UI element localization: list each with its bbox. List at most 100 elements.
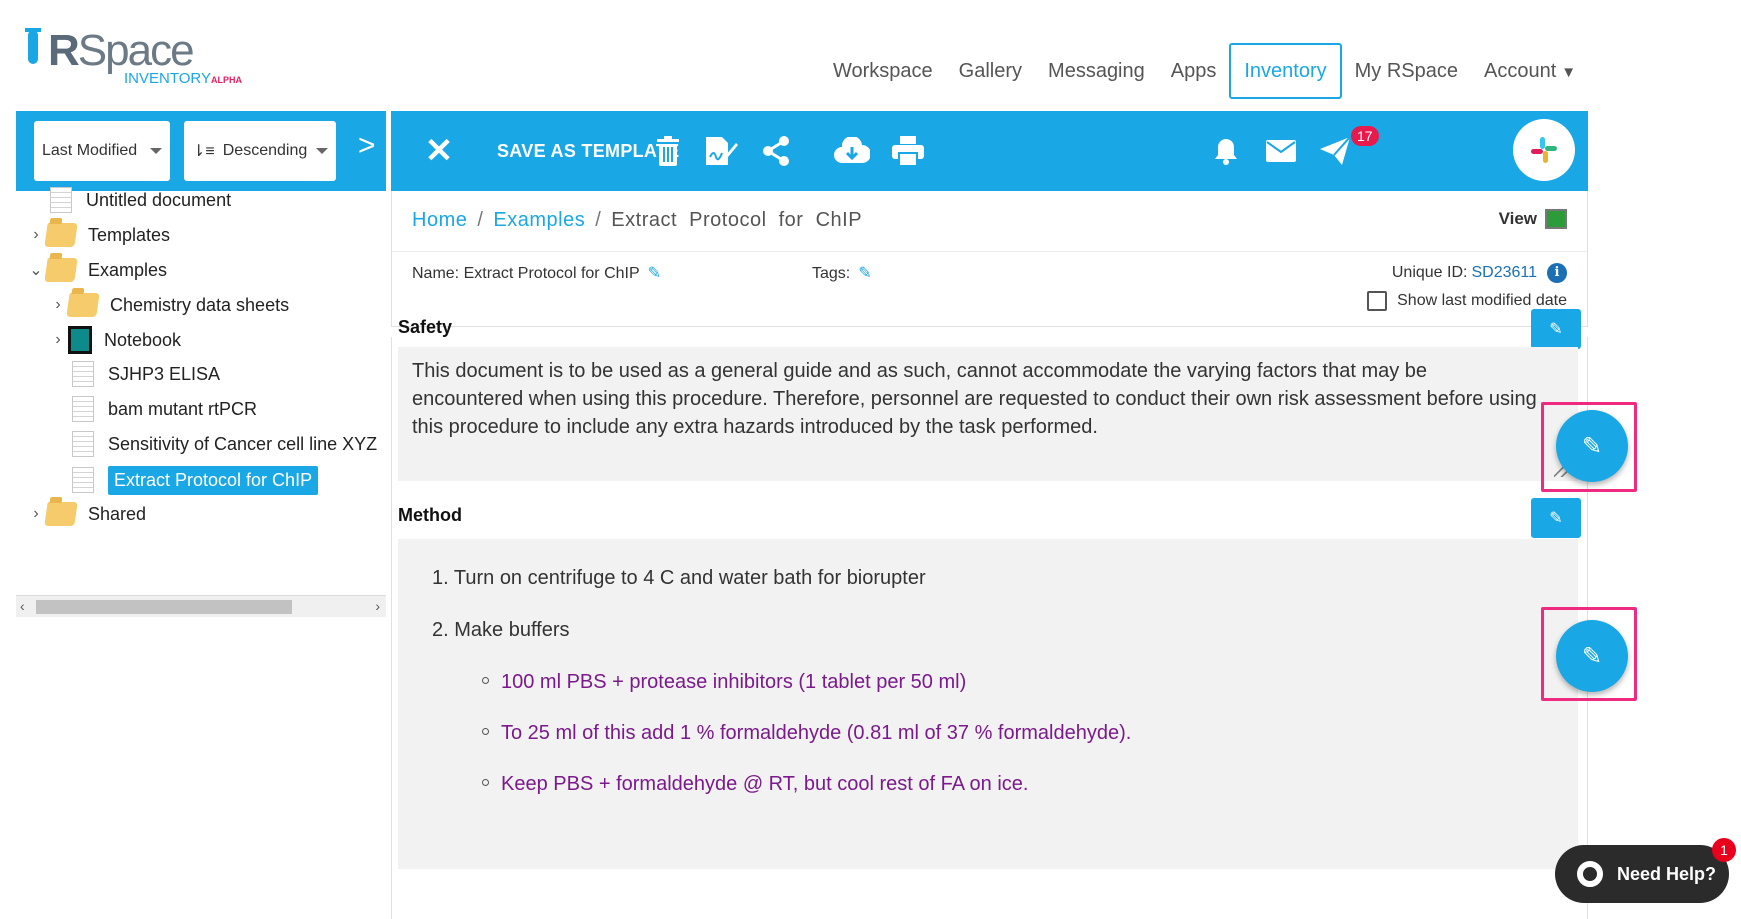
rspace-logo[interactable]: RSpace INVENTORYALPHA (18, 24, 242, 87)
show-last-modified-checkbox[interactable]: Show last modified date (1367, 291, 1567, 311)
document-content: Safety ✎ This document is to be used as … (391, 309, 1588, 919)
mail-icon[interactable] (1265, 111, 1297, 191)
safety-floating-edit-button[interactable]: ✎ (1556, 410, 1628, 482)
chevron-right-icon[interactable]: › (26, 226, 46, 244)
download-icon[interactable] (833, 111, 871, 191)
sort-descending-icon: ⇂≡ (192, 143, 215, 160)
notification-count-badge: 17 (1351, 126, 1379, 146)
breadcrumb-home[interactable]: Home (412, 209, 467, 231)
nav-gallery[interactable]: Gallery (946, 43, 1035, 99)
unique-id-label: Unique ID: (1391, 264, 1468, 281)
breadcrumb-examples[interactable]: Examples (493, 209, 585, 231)
nav-my-rspace[interactable]: My RSpace (1342, 43, 1471, 99)
pencil-icon: ✎ (1581, 642, 1603, 670)
nav-messaging[interactable]: Messaging (1035, 43, 1158, 99)
tree-item-label: Chemistry data sheets (110, 294, 290, 315)
chevron-right-icon[interactable]: › (48, 331, 68, 349)
document-icon (72, 431, 94, 457)
method-edit-button[interactable]: ✎ (1531, 498, 1581, 538)
pencil-icon: ✎ (1549, 510, 1563, 527)
tree-item-label: Untitled document (86, 189, 232, 210)
tree-item-label: Templates (88, 224, 171, 245)
safety-title: Safety (398, 317, 453, 337)
need-help-button[interactable]: Need Help? (1555, 845, 1729, 903)
divider (392, 251, 1587, 252)
pencil-icon: ✎ (1581, 432, 1603, 460)
method-substep: 100 ml PBS + protease inhibitors (1 tabl… (482, 671, 966, 694)
checkbox-icon[interactable] (1367, 291, 1388, 311)
info-icon[interactable]: i (1547, 263, 1567, 283)
send-icon[interactable] (1319, 111, 1351, 191)
logo-subtitle: INVENTORYALPHA (124, 70, 242, 87)
tree-item-templates[interactable]: › Templates (26, 218, 170, 252)
scrollbar-thumb[interactable] (36, 600, 292, 614)
help-badge: 1 (1712, 838, 1736, 862)
tree-item-notebook[interactable]: › Notebook (48, 323, 181, 357)
tree-item-shared[interactable]: › Shared (26, 497, 146, 531)
trash-icon[interactable] (653, 111, 683, 191)
pencil-icon: ✎ (1549, 321, 1563, 338)
tree-item-chemistry-data-sheets[interactable]: › Chemistry data sheets (48, 288, 289, 322)
document-name-text: Name: Extract Protocol for ChIP (412, 265, 640, 282)
safety-text: This document is to be used as a general… (412, 360, 1537, 438)
method-field[interactable]: 1. Turn on centrifuge to 4 C and water b… (398, 539, 1578, 869)
scroll-right-icon[interactable]: › (375, 598, 380, 614)
nav-inventory[interactable]: Inventory (1229, 43, 1342, 99)
expand-panel-icon[interactable]: > (358, 129, 376, 163)
tree-item-label: SJHP3 ELISA (108, 363, 221, 384)
view-mode-toggle[interactable]: View (1499, 209, 1567, 229)
share-icon[interactable] (761, 111, 791, 191)
caret-down-icon: ▼ (1561, 64, 1577, 81)
scroll-left-icon[interactable]: ‹ (20, 598, 25, 614)
method-substep-text: Keep PBS + formaldehyde @ RT, but cool r… (501, 773, 1029, 795)
show-last-modified-label: Show last modified date (1397, 292, 1567, 309)
sign-document-icon[interactable] (703, 111, 739, 191)
tree-item-extract-protocol[interactable]: Extract Protocol for ChIP (72, 463, 319, 497)
folder-icon (44, 223, 78, 247)
chevron-right-icon[interactable]: › (26, 505, 46, 523)
chevron-down-icon[interactable]: ⌄ (26, 260, 46, 280)
tree-item-label: Sensitivity of Cancer cell line XYZ (108, 433, 378, 454)
unique-id-value[interactable]: SD23611 (1471, 264, 1537, 282)
tree-item-untitled-document[interactable]: Untitled document (30, 183, 231, 217)
tree-item-sjhp3-elisa[interactable]: SJHP3 ELISA (72, 357, 220, 391)
document-header: Home / Examples / Extract Protocol for ChIP … (391, 191, 1588, 327)
breadcrumb: Home / Examples / Extract Protocol for ChIP (412, 209, 863, 231)
slack-icon[interactable] (1513, 119, 1575, 181)
method-floating-edit-button[interactable]: ✎ (1556, 620, 1628, 692)
nav-workspace[interactable]: Workspace (820, 43, 946, 99)
method-step: 1. Turn on centrifuge to 4 C and water b… (432, 567, 926, 589)
dropdown-arrow-icon (150, 148, 162, 154)
safety-field[interactable]: This document is to be used as a general… (398, 347, 1578, 481)
nav-apps[interactable]: Apps (1158, 43, 1230, 99)
tree-item-examples[interactable]: ⌄ Examples (26, 253, 167, 287)
document-name: Name: Extract Protocol for ChIP ✎ (412, 263, 661, 283)
method-title: Method (398, 505, 462, 525)
tree-item-bam-mutant-rtpcr[interactable]: bam mutant rtPCR (72, 392, 257, 426)
tree-horizontal-scrollbar[interactable]: ‹ › (16, 595, 386, 617)
tree-item-sensitivity-cancer[interactable]: Sensitivity of Cancer cell line XYZ (72, 427, 386, 461)
tree-sort-bar: Last Modified ⇂≡ Descending > (16, 111, 386, 191)
nav-account[interactable]: Account ▼ (1471, 43, 1589, 99)
edit-tags-pencil-icon[interactable]: ✎ (858, 265, 871, 282)
logo-wordmark: RSpace (48, 26, 195, 75)
view-status-icon (1545, 209, 1567, 229)
document-icon (50, 187, 72, 213)
sort-direction-value: Descending (222, 142, 308, 159)
bullet-icon (482, 677, 489, 685)
sort-direction-select[interactable]: ⇂≡ Descending (184, 121, 336, 181)
sort-by-select[interactable]: Last Modified (34, 121, 170, 181)
breadcrumb-current: Extract Protocol for ChIP (611, 209, 863, 231)
sort-by-value: Last Modified (42, 142, 138, 159)
bullet-icon (482, 728, 489, 736)
tree-item-label: Shared (88, 503, 147, 524)
chevron-right-icon[interactable]: › (48, 296, 68, 314)
close-icon[interactable]: ✕ (421, 111, 457, 191)
bell-icon[interactable] (1211, 111, 1241, 191)
tree-item-label-selected: Extract Protocol for ChIP (108, 465, 319, 495)
edit-name-pencil-icon[interactable]: ✎ (648, 265, 661, 282)
lifebuoy-icon (1577, 861, 1603, 887)
print-icon[interactable] (891, 111, 925, 191)
safety-edit-button[interactable]: ✎ (1531, 309, 1581, 349)
nav-account-label: Account (1483, 60, 1557, 82)
